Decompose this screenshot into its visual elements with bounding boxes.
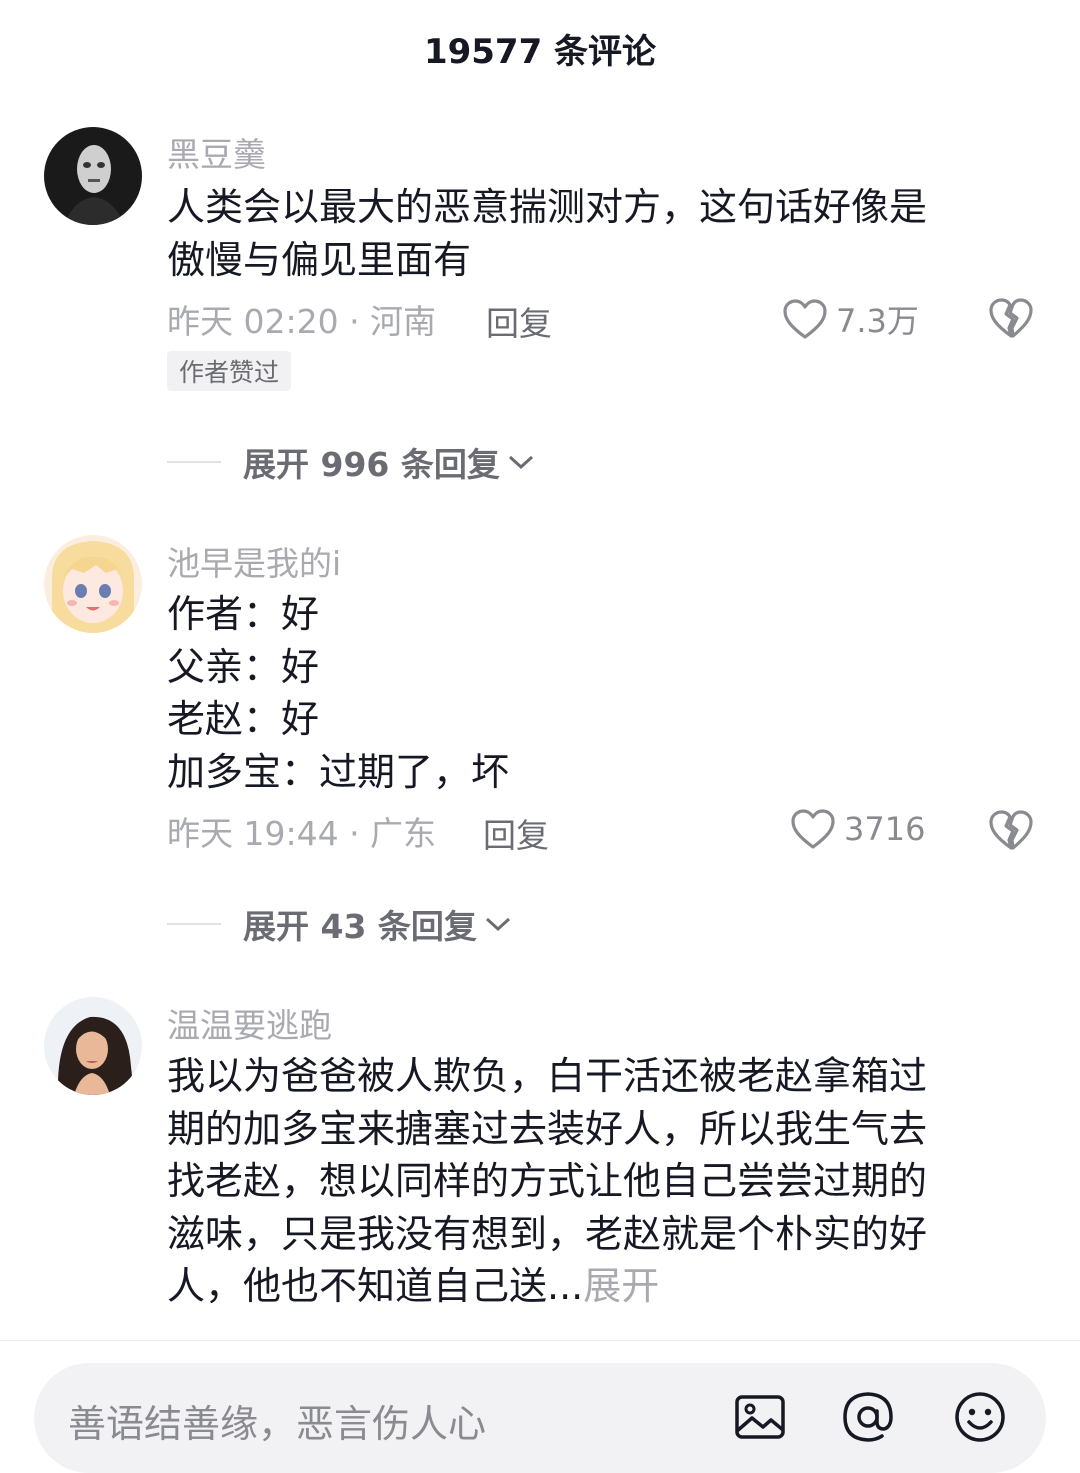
chevron-down-icon bbox=[485, 917, 510, 932]
image-icon[interactable] bbox=[732, 1389, 788, 1445]
author-liked-badge: 作者赞过 bbox=[167, 351, 292, 391]
dislike-button[interactable] bbox=[988, 297, 1034, 341]
comment-input-bar: 善语结善缘，恶言伤人心 bbox=[0, 1340, 1080, 1473]
comment-text-line-content: 人，他也不知道自己送... bbox=[167, 1264, 584, 1308]
comment-text-line: 加多宝：过期了，坏 bbox=[167, 749, 510, 794]
expand-replies-label: 展开 43 条回复 bbox=[243, 907, 477, 946]
emoji-icon[interactable] bbox=[952, 1389, 1008, 1445]
comment-text-line: 滋味，只是我没有想到，老赵就是个朴实的好 bbox=[167, 1211, 928, 1256]
divider-line bbox=[167, 461, 221, 463]
avatar[interactable] bbox=[44, 127, 142, 225]
comment-username[interactable]: 池早是我的i bbox=[167, 537, 341, 585]
comment-username[interactable]: 黑豆羹 bbox=[167, 128, 266, 176]
avatar[interactable] bbox=[44, 535, 142, 633]
comment-text-line: 父亲：好 bbox=[167, 644, 320, 689]
heart-icon bbox=[783, 299, 827, 339]
comment-text: 人类会以最大的恶意揣测对方，这句话好像是 傲慢与偏见里面有 bbox=[167, 181, 1017, 286]
broken-heart-icon bbox=[989, 298, 1033, 338]
reply-button[interactable]: 回复 bbox=[483, 809, 549, 857]
divider-line bbox=[167, 923, 221, 925]
like-button[interactable]: 7.3万 bbox=[782, 296, 919, 342]
comment-text: 作者：好 父亲：好 老赵：好 加多宝：过期了，坏 bbox=[167, 588, 1017, 798]
comment-text-line: 期的加多宝来搪塞过去装好人，所以我生气去 bbox=[167, 1106, 928, 1151]
expand-replies-label: 展开 996 条回复 bbox=[243, 445, 500, 484]
expand-text-button[interactable]: 展开 bbox=[583, 1264, 659, 1308]
comment-username[interactable]: 温温要逃跑 bbox=[167, 999, 332, 1047]
reply-button[interactable]: 回复 bbox=[486, 297, 552, 345]
like-count: 7.3万 bbox=[836, 302, 919, 340]
comment-count-title: 19577 条评论 bbox=[423, 31, 657, 72]
dislike-button[interactable] bbox=[988, 809, 1034, 853]
comment-time-location: 昨天 02:20 · 河南 bbox=[167, 302, 437, 341]
at-icon[interactable] bbox=[840, 1389, 896, 1445]
comment-text-line: 人，他也不知道自己送...展开 bbox=[167, 1260, 1017, 1313]
comment-text-line: 我以为爸爸被人欺负，白干活还被老赵拿箱过 bbox=[167, 1054, 928, 1098]
comment-time-location: 昨天 19:44 · 广东 bbox=[167, 814, 437, 853]
avatar[interactable] bbox=[44, 997, 142, 1095]
comment-text-line: 作者：好 bbox=[167, 592, 320, 636]
chevron-down-icon bbox=[508, 455, 533, 470]
like-count: 3716 bbox=[844, 810, 926, 848]
comment-text-line: 老赵：好 bbox=[167, 697, 320, 741]
expand-replies-button[interactable]: 展开 996 条回复 bbox=[167, 439, 536, 485]
heart-icon bbox=[791, 809, 835, 849]
comment-input[interactable]: 善语结善缘，恶言伤人心 bbox=[34, 1363, 1046, 1473]
like-button[interactable]: 3716 bbox=[790, 808, 925, 850]
comments-header: 19577 条评论 bbox=[0, 0, 1080, 96]
broken-heart-icon bbox=[989, 810, 1033, 850]
expand-replies-button[interactable]: 展开 43 条回复 bbox=[167, 901, 513, 947]
comment-text-line: 人类会以最大的恶意揣测对方，这句话好像是 bbox=[167, 185, 928, 229]
comment-text-line: 傲慢与偏见里面有 bbox=[167, 237, 472, 282]
comment-text-line: 找老赵，想以同样的方式让他自己尝尝过期的 bbox=[167, 1159, 928, 1203]
comment-text: 我以为爸爸被人欺负，白干活还被老赵拿箱过 期的加多宝来搪塞过去装好人，所以我生气… bbox=[167, 1050, 1017, 1313]
